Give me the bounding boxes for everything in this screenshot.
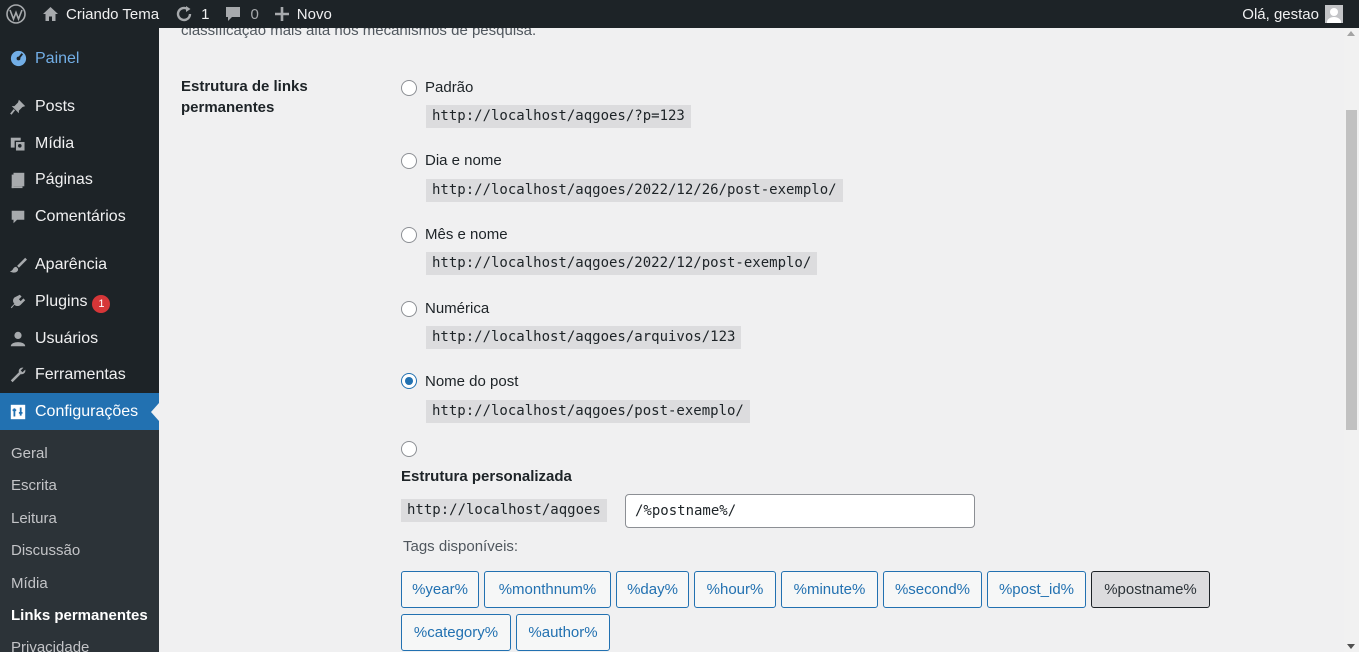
example-url-mes-e-nome: http://localhost/aqgoes/2022/12/post-exe… (426, 252, 818, 275)
plus-icon (274, 7, 289, 21)
submenu-item-privacidade[interactable]: Privacidade (11, 639, 89, 652)
pushpin-icon (8, 97, 28, 117)
comments-link[interactable]: 0 (217, 0, 266, 28)
user-icon (8, 329, 28, 349)
dashboard-icon (8, 49, 28, 69)
wrench-icon (8, 365, 28, 385)
media-icon (8, 134, 28, 154)
main-content: classificação mais alta nos mecanismos d… (159, 28, 1344, 652)
settings-icon (8, 402, 28, 422)
submenu-item-links-permanentes[interactable]: Links permanentes (11, 607, 148, 624)
updates-icon (175, 5, 193, 23)
sidebar-item-label: Ferramentas (35, 365, 126, 383)
radio-padrao[interactable] (401, 80, 417, 96)
option-label-dia-e-nome[interactable]: Dia e nome (425, 152, 502, 169)
tag-button-hour[interactable]: %hour% (694, 571, 776, 608)
sidebar-item-usuarios[interactable]: Usuários (0, 320, 159, 357)
tag-button-postname[interactable]: %postname% (1091, 571, 1210, 608)
avatar (1325, 5, 1343, 23)
brush-icon (8, 255, 28, 275)
option-label-padrao[interactable]: Padrão (425, 79, 473, 96)
sidebar-item-paginas[interactable]: Páginas (0, 161, 159, 198)
updates-link[interactable]: 1 (167, 0, 217, 28)
option-label-nome-do-post[interactable]: Nome do post (425, 373, 518, 390)
option-label-numerica[interactable]: Numérica (425, 300, 489, 317)
sidebar-item-label: Páginas (35, 170, 93, 188)
intro-text: classificação mais alta nos mecanismos d… (181, 28, 537, 39)
sidebar-item-label: Usuários (35, 329, 99, 347)
radio-nome-do-post[interactable] (401, 373, 417, 389)
radio-mes-e-nome[interactable] (401, 227, 417, 243)
radio-dia-e-nome[interactable] (401, 153, 417, 169)
sidebar-item-label: Comentários (35, 207, 126, 225)
tag-button-monthnum[interactable]: %monthnum% (484, 571, 611, 608)
sidebar-item-label: Painel (35, 49, 80, 67)
example-url-numerica: http://localhost/aqgoes/arquivos/123 (426, 326, 742, 349)
custom-structure-input[interactable]: /%postname%/ (625, 494, 975, 528)
scroll-up-arrow-icon[interactable] (1347, 31, 1355, 36)
tag-button-post-id[interactable]: %post_id% (987, 571, 1086, 608)
site-name-label: Criando Tema (66, 5, 160, 23)
submenu-item-geral[interactable]: Geral (11, 445, 48, 462)
available-tags-label: Tags disponíveis: (403, 538, 519, 555)
tag-button-second[interactable]: %second% (883, 571, 982, 608)
wordpress-logo-icon[interactable] (0, 0, 34, 28)
option-label-mes-e-nome[interactable]: Mês e nome (425, 226, 508, 243)
sidebar-item-midia[interactable]: Mídia (0, 125, 159, 162)
sidebar-item-posts[interactable]: Posts (0, 88, 159, 125)
tag-button-minute[interactable]: %minute% (781, 571, 878, 608)
sidebar-item-painel[interactable]: Painel (0, 40, 159, 77)
permalink-structure-label: Estrutura de links permanentes (181, 78, 308, 116)
sidebar-item-label: Aparência (35, 255, 108, 273)
sidebar-item-label: Configurações (35, 402, 139, 420)
sidebar-item-configuracoes[interactable]: Configurações (0, 393, 159, 430)
sidebar-item-label: Mídia (35, 134, 75, 152)
submenu-item-discussao[interactable]: Discussão (11, 542, 80, 559)
plug-icon (8, 292, 28, 312)
custom-structure-base-url: http://localhost/aqgoes (401, 499, 607, 522)
example-url-nome-do-post: http://localhost/aqgoes/post-exemplo/ (426, 400, 750, 423)
radio-estrutura-personalizada[interactable] (401, 441, 417, 457)
updates-count: 1 (201, 5, 210, 23)
comment-icon (225, 6, 241, 22)
comment-icon (8, 207, 28, 227)
radio-numerica[interactable] (401, 301, 417, 317)
new-content-link[interactable]: Novo (267, 0, 340, 28)
comments-count: 0 (250, 5, 259, 23)
submenu-item-leitura[interactable]: Leitura (11, 510, 57, 527)
example-url-padrao: http://localhost/aqgoes/?p=123 (426, 105, 691, 128)
example-url-dia-e-nome: http://localhost/aqgoes/2022/12/26/post-… (426, 179, 843, 202)
admin-bar: Criando Tema 1 0 Novo Olá, gestao (0, 0, 1359, 28)
tag-button-author[interactable]: %author% (516, 614, 610, 651)
scrollbar-thumb[interactable] (1346, 110, 1357, 430)
page-icon (8, 170, 28, 190)
my-account-link[interactable]: Olá, gestao (1234, 0, 1343, 28)
tag-button-category[interactable]: %category% (401, 614, 511, 651)
plugins-update-badge: 1 (92, 294, 111, 313)
settings-submenu: Geral Escrita Leitura Discussão Mídia Li… (0, 430, 159, 652)
greeting-label: Olá, gestao (1242, 5, 1319, 23)
sidebar-item-ferramentas[interactable]: Ferramentas (0, 356, 159, 393)
sidebar-item-comentarios[interactable]: Comentários (0, 198, 159, 235)
site-name-link[interactable]: Criando Tema (34, 0, 167, 28)
submenu-item-midia[interactable]: Mídia (11, 575, 48, 592)
admin-sidebar: Painel Posts Mídia Páginas Comentários A… (0, 28, 159, 652)
submenu-item-escrita[interactable]: Escrita (11, 477, 57, 494)
sidebar-item-plugins[interactable]: Plugins 1 (0, 283, 159, 320)
scroll-down-arrow-icon[interactable] (1347, 644, 1355, 649)
page-scrollbar[interactable] (1344, 28, 1359, 652)
sidebar-item-aparencia[interactable]: Aparência (0, 246, 159, 283)
tag-button-year[interactable]: %year% (401, 571, 479, 608)
sidebar-item-label: Plugins (35, 292, 88, 310)
tag-button-day[interactable]: %day% (616, 571, 689, 608)
sidebar-item-label: Posts (35, 97, 76, 115)
home-icon (42, 6, 59, 22)
new-label: Novo (296, 5, 332, 23)
custom-structure-label: Estrutura personalizada (401, 468, 572, 485)
